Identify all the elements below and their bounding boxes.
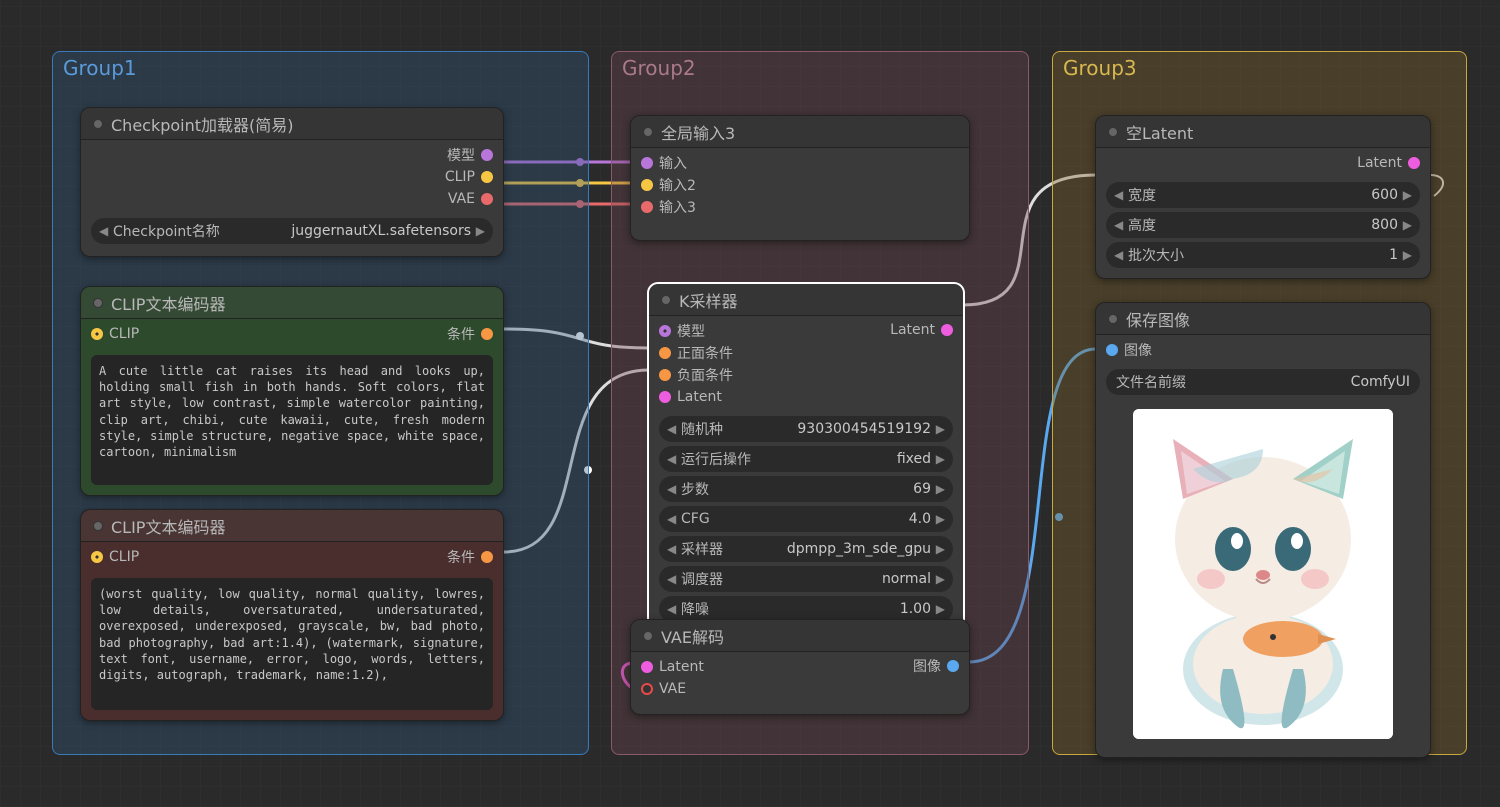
- ksampler-widget-4[interactable]: ◀采样器dpmpp_3m_sde_gpu▶: [659, 536, 953, 562]
- input-latent[interactable]: Latent: [649, 386, 963, 408]
- image-preview[interactable]: [1106, 401, 1420, 747]
- chevron-left-icon[interactable]: ◀: [667, 602, 679, 616]
- chevron-right-icon[interactable]: ▶: [1400, 218, 1412, 232]
- output-model[interactable]: 模型: [81, 144, 503, 166]
- chevron-right-icon[interactable]: ▶: [1400, 188, 1412, 202]
- output-conditioning[interactable]: 条件: [437, 546, 503, 568]
- input-positive[interactable]: 正面条件: [649, 342, 963, 364]
- node-empty-latent[interactable]: 空Latent Latent ◀宽度600▶◀高度800▶◀批次大小1▶: [1095, 115, 1431, 279]
- node-checkpoint-loader[interactable]: Checkpoint加载器(简易) 模型 CLIP VAE ◀ Checkpoi…: [80, 107, 504, 257]
- prompt-textarea[interactable]: (worst quality, low quality, normal qual…: [91, 578, 493, 710]
- output-latent[interactable]: Latent: [1096, 152, 1430, 174]
- output-clip[interactable]: CLIP: [81, 166, 503, 188]
- input-clip[interactable]: CLIP: [81, 546, 149, 568]
- group-label: Group2: [622, 56, 696, 80]
- chevron-right-icon[interactable]: ▶: [933, 542, 945, 556]
- group-label: Group1: [63, 56, 137, 80]
- widget-checkpoint-name[interactable]: ◀ Checkpoint名称 juggernautXL.safetensors …: [91, 218, 493, 244]
- ksampler-widget-1[interactable]: ◀运行后操作fixed▶: [659, 446, 953, 472]
- chevron-left-icon[interactable]: ◀: [1114, 218, 1126, 232]
- chevron-left-icon[interactable]: ◀: [1114, 248, 1126, 262]
- chevron-left-icon[interactable]: ◀: [667, 512, 679, 526]
- chevron-right-icon[interactable]: ▶: [473, 224, 485, 238]
- chevron-left-icon[interactable]: ◀: [667, 422, 679, 436]
- latent-widget-2[interactable]: ◀批次大小1▶: [1106, 242, 1420, 268]
- node-clip-encoder-negative[interactable]: CLIP文本编码器 CLIP 条件 (worst quality, low qu…: [80, 509, 504, 721]
- chevron-left-icon[interactable]: ◀: [667, 572, 679, 586]
- input-negative[interactable]: 负面条件: [649, 364, 963, 386]
- input-image[interactable]: 图像: [1096, 339, 1430, 361]
- input-2[interactable]: 输入2: [631, 174, 969, 196]
- node-clip-encoder-positive[interactable]: CLIP文本编码器 CLIP 条件 A cute little cat rais…: [80, 286, 504, 496]
- chevron-right-icon[interactable]: ▶: [933, 602, 945, 616]
- latent-widget-0[interactable]: ◀宽度600▶: [1106, 182, 1420, 208]
- chevron-left-icon[interactable]: ◀: [99, 224, 111, 238]
- input-latent[interactable]: Latent: [631, 656, 969, 678]
- ksampler-widget-3[interactable]: ◀CFG4.0▶: [659, 506, 953, 532]
- widget-filename-prefix[interactable]: 文件名前缀 ComfyUI: [1106, 369, 1420, 395]
- input-vae[interactable]: VAE: [631, 678, 969, 700]
- node-save-image[interactable]: 保存图像 图像 文件名前缀 ComfyUI: [1095, 302, 1431, 758]
- latent-widget-1[interactable]: ◀高度800▶: [1106, 212, 1420, 238]
- input-1[interactable]: 输入: [631, 152, 969, 174]
- ksampler-widget-5[interactable]: ◀调度器normal▶: [659, 566, 953, 592]
- chevron-right-icon[interactable]: ▶: [933, 422, 945, 436]
- node-vae-decode[interactable]: VAE解码 图像 Latent VAE: [630, 619, 970, 715]
- node-title: Checkpoint加载器(简易): [111, 112, 294, 136]
- chevron-left-icon[interactable]: ◀: [1114, 188, 1126, 202]
- chevron-left-icon[interactable]: ◀: [667, 542, 679, 556]
- input-model[interactable]: 模型: [649, 320, 963, 342]
- group-label: Group3: [1063, 56, 1137, 80]
- chevron-right-icon[interactable]: ▶: [933, 452, 945, 466]
- node-global-input[interactable]: 全局输入3 输入 输入2 输入3: [630, 115, 970, 241]
- prompt-textarea[interactable]: A cute little cat raises its head and lo…: [91, 355, 493, 485]
- node-ksampler[interactable]: K采样器 Latent 模型 正面条件 负面条件 Latent ◀随机种9303…: [648, 283, 964, 633]
- chevron-right-icon[interactable]: ▶: [933, 482, 945, 496]
- chevron-right-icon[interactable]: ▶: [933, 572, 945, 586]
- chevron-right-icon[interactable]: ▶: [1400, 248, 1412, 262]
- chevron-left-icon[interactable]: ◀: [667, 452, 679, 466]
- input-3[interactable]: 输入3: [631, 196, 969, 218]
- output-conditioning[interactable]: 条件: [437, 323, 503, 345]
- ksampler-widget-0[interactable]: ◀随机种930300454519192▶: [659, 416, 953, 442]
- input-clip[interactable]: CLIP: [81, 323, 149, 345]
- chevron-right-icon[interactable]: ▶: [933, 512, 945, 526]
- output-vae[interactable]: VAE: [81, 188, 503, 210]
- ksampler-widget-2[interactable]: ◀步数69▶: [659, 476, 953, 502]
- chevron-left-icon[interactable]: ◀: [667, 482, 679, 496]
